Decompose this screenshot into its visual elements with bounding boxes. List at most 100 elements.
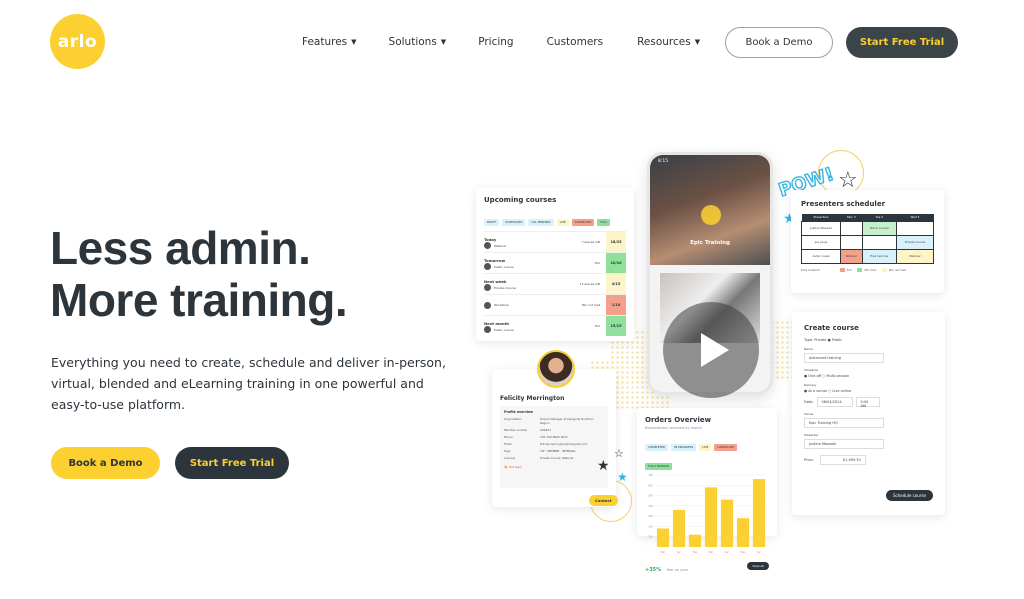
slot[interactable]	[861, 234, 898, 250]
growth-value: +35%	[645, 567, 662, 573]
lightbulb-icon	[701, 205, 721, 225]
venue-label: Venue	[804, 412, 814, 416]
upcoming-course-row[interactable]: Today Webinar 7 places left 18/25	[484, 231, 626, 252]
bar	[736, 518, 750, 547]
capacity: 10/10	[606, 253, 626, 273]
course-icon	[484, 284, 491, 291]
header-book-demo-button[interactable]: Book a Demo	[725, 27, 833, 58]
tag: CANCELLED	[714, 443, 738, 451]
bar	[656, 528, 670, 547]
delivery-radio[interactable]: ● At a venue ○ Live online	[804, 389, 933, 393]
tag: CANCELLED	[571, 218, 595, 226]
y-tick-label: 100	[648, 535, 653, 539]
nav-solutions[interactable]: Solutions ▼	[389, 28, 447, 56]
table-row: Joe Jones Private Course	[800, 234, 934, 250]
create-course-card: Create course Type: Private ● Public Nam…	[792, 312, 945, 515]
slot[interactable]: Private Course	[896, 234, 934, 250]
venue-input[interactable]: Epic Training HQ	[804, 418, 884, 428]
nav-pricing[interactable]: Pricing	[478, 28, 513, 56]
hero-book-demo-button[interactable]: Book a Demo	[51, 447, 160, 479]
upcoming-course-row[interactable]: Tomorrow Public course Full 10/10	[484, 252, 626, 273]
fully-booked-note: Fully booked!	[801, 267, 820, 272]
tag: SCHEDULED	[502, 218, 526, 226]
tag: LIVE	[699, 443, 712, 451]
profile-card: Felicity Merrington Profile overview Org…	[492, 369, 616, 507]
x-tick-label: Mar	[661, 550, 667, 554]
tag: COMPLETED	[645, 443, 669, 451]
nav-label: Features	[302, 36, 348, 48]
profile-field: Member number AR6401	[504, 428, 551, 432]
profile-section-title: Profile overview	[504, 410, 534, 414]
time-select[interactable]: 9:00 AM	[855, 397, 880, 408]
growth-label: Year on year	[666, 568, 689, 572]
hero-title: Less admin. More training.	[50, 222, 348, 326]
contact-button[interactable]: Contact	[589, 495, 618, 506]
slot[interactable]: Public Course	[861, 220, 898, 236]
y-tick-label: 700	[648, 473, 653, 477]
play-icon	[701, 333, 729, 367]
y-tick-label: 600	[648, 483, 653, 487]
nav-customers[interactable]: Customers	[547, 28, 603, 56]
slot[interactable]	[896, 220, 934, 236]
orders-subtitle: Registrations received by month	[645, 426, 702, 430]
caret-down-icon: ▼	[694, 38, 701, 46]
presenter-select[interactable]: Justine Maxwell	[804, 439, 884, 449]
star-outline-icon: ☆	[838, 168, 858, 193]
upcoming-title: Upcoming courses	[484, 196, 557, 204]
presenter-name: Asher Lopez	[800, 248, 842, 264]
slot[interactable]	[840, 234, 863, 250]
nav-resources[interactable]: Resources ▼	[637, 28, 700, 56]
orders-title: Orders Overview	[645, 416, 712, 424]
nav-label: Resources	[637, 36, 691, 48]
profile-field: Organization Project Manager at Designify…	[504, 417, 594, 425]
upcoming-course-row[interactable]: Next month Public course Full 15/15	[484, 315, 626, 336]
play-video-button[interactable]	[663, 302, 759, 398]
slot[interactable]: Free Seminar	[861, 248, 898, 264]
nav-features[interactable]: Features ▼	[302, 28, 357, 56]
upcoming-list: Today Webinar 7 places left 18/25 Tomorrow Pu…	[484, 231, 626, 336]
type-toggle[interactable]: Type: Private ● Public	[804, 338, 933, 342]
tag: LIVE	[556, 218, 569, 226]
phone-time: 8:15	[658, 159, 669, 164]
x-tick-label: Mar	[709, 550, 715, 554]
legend-item: Min met	[857, 267, 876, 272]
schedule-course-button[interactable]: Schedule course	[885, 490, 933, 501]
profile-fields: Organization Project Manager at Designify…	[504, 417, 604, 460]
upcoming-course-row[interactable]: Next week Private Course 11 places left 4/1…	[484, 273, 626, 294]
nav-label: Customers	[546, 36, 604, 48]
header-start-trial-button[interactable]: Start Free Trial	[846, 27, 958, 58]
view-all-button[interactable]: View all	[747, 561, 769, 570]
course-icon	[484, 326, 491, 333]
bar	[752, 479, 766, 547]
nav-label: Solutions	[388, 36, 437, 48]
presenters-title: Presenters scheduler	[801, 200, 886, 208]
capacity: 4/15	[606, 274, 626, 294]
schedule-radio[interactable]: ● One-off ○ Multi-session	[804, 374, 933, 378]
star-blue-icon: ★	[617, 470, 628, 484]
price-input[interactable]: $1,499.30	[819, 455, 866, 465]
arlo-logo[interactable]: arlo	[50, 14, 105, 69]
upcoming-course-row[interactable]: Workshop Min not met 1/10	[484, 294, 626, 315]
presenters-table: Presenters Mon 3 Tue 4 Wed 5 Justine Maxwel…	[800, 214, 934, 264]
hot-lead-badge: 🔥 Hot lead	[504, 465, 522, 469]
slot[interactable]: Webinar	[840, 248, 863, 264]
price-row: Price: $1,499.30	[804, 455, 933, 465]
slot[interactable]: Webinar	[896, 248, 934, 264]
course-icon	[484, 301, 491, 309]
hero-title-line1: Less admin.	[50, 222, 311, 274]
x-tick-label: Jan	[676, 550, 681, 554]
upcoming-courses-card: Upcoming courses DRAFT SCHEDULED CAL PENDI…	[476, 188, 634, 341]
capacity: 15/15	[606, 316, 626, 336]
date-input[interactable]: 06/04/2024	[816, 397, 853, 407]
phone-hero-title: Epic Training	[690, 240, 730, 246]
presenter-name: Justine Maxwell	[800, 220, 842, 236]
course-name: Public course	[494, 327, 514, 332]
slot[interactable]	[840, 220, 863, 236]
create-course-title: Create course	[804, 324, 859, 332]
places-left: 11 places left	[579, 282, 600, 286]
upcoming-tags: DRAFT SCHEDULED CAL PENDING LIVE CANCELLED FU…	[484, 208, 626, 227]
name-input[interactable]: Advanced training	[804, 353, 884, 363]
x-tick-label: Jun	[756, 550, 761, 554]
tag: FULL	[597, 218, 611, 226]
hero-start-trial-button[interactable]: Start Free Trial	[175, 447, 289, 479]
